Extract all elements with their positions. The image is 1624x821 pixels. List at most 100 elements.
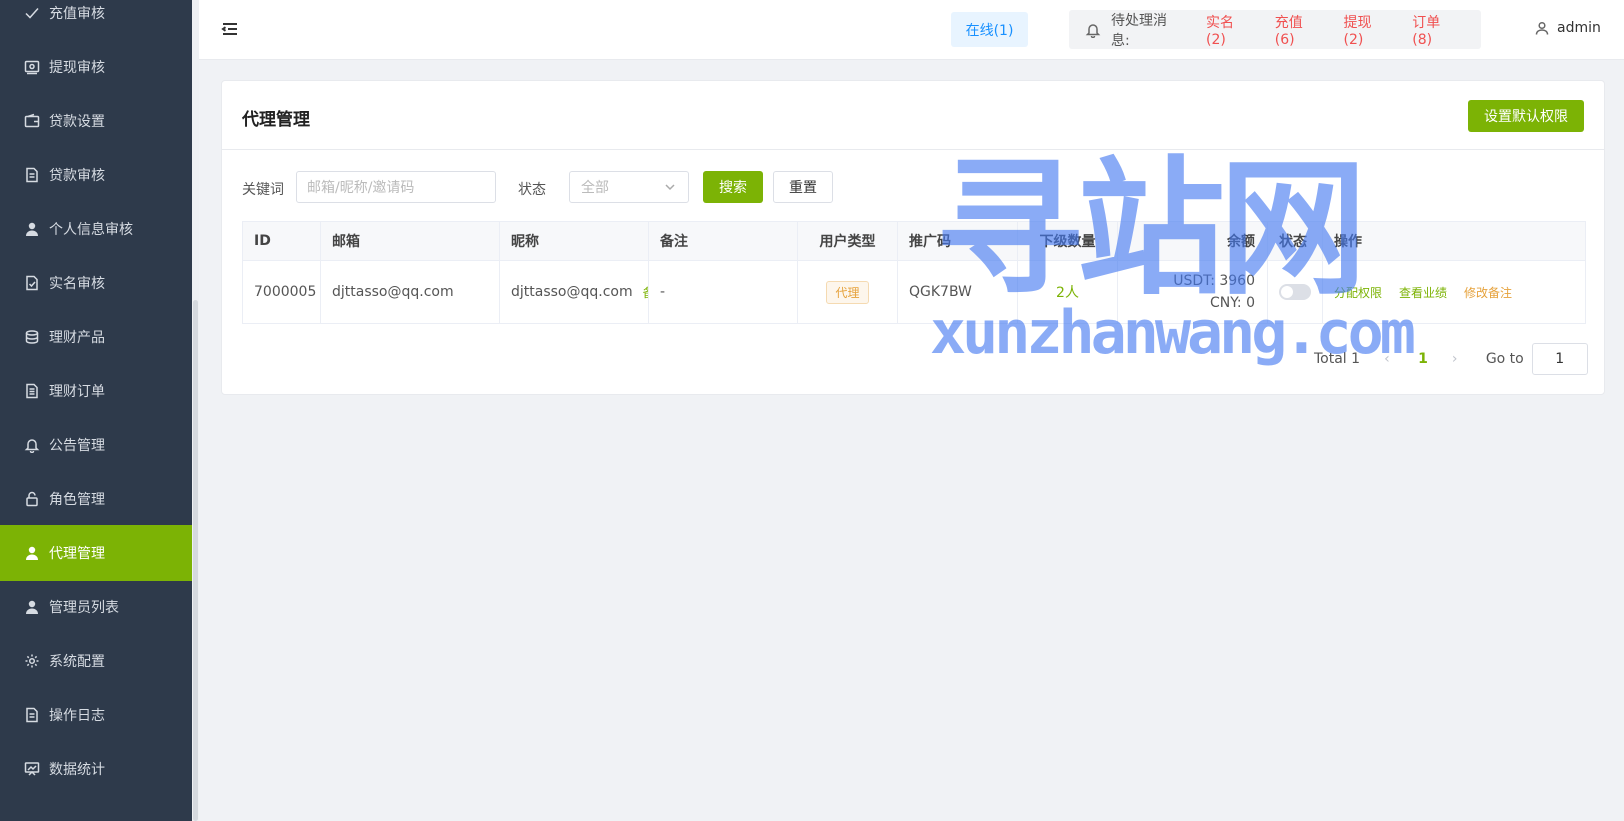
column-header-balance[interactable]: 余额 xyxy=(1118,222,1268,260)
card-header: 代理管理 设置默认权限 xyxy=(222,81,1604,150)
column-header-promo-code[interactable]: 推广码 xyxy=(898,222,1018,260)
cell-remark: - xyxy=(649,261,798,323)
reset-button[interactable]: 重置 xyxy=(773,171,833,203)
user-icon xyxy=(24,599,40,615)
lock-icon xyxy=(24,491,40,507)
user-menu[interactable]: admin xyxy=(1535,20,1601,36)
sidebar-item-label: 管理员列表 xyxy=(49,600,119,616)
sidebar-item-statistics[interactable]: 数据统计 xyxy=(0,741,192,797)
coins-icon xyxy=(24,329,40,345)
sidebar-item-realname-review[interactable]: 实名审核 xyxy=(0,255,192,311)
column-header-email[interactable]: 邮箱 xyxy=(321,222,500,260)
pending-messages-bar: 待处理消息: 实名(2) 充值(6) 提现(2) 订单(8) xyxy=(1069,10,1481,49)
cell-promo-code: QGK7BW xyxy=(898,261,1018,323)
sidebar: 充值审核 提现审核 贷款设置 贷款审核 个人信息审核 实名审核 理财产品 理财订… xyxy=(0,0,192,821)
sidebar-item-label: 提现审核 xyxy=(49,60,105,76)
username: admin xyxy=(1557,20,1601,36)
view-performance-link[interactable]: 查看业绩 xyxy=(1399,284,1447,301)
sidebar-item-label: 实名审核 xyxy=(49,276,105,292)
sub-count-link[interactable]: 2人 xyxy=(1056,282,1079,302)
page-title: 代理管理 xyxy=(242,110,310,130)
column-header-sub-count[interactable]: 下级数量 xyxy=(1018,222,1118,260)
assign-permissions-link[interactable]: 分配权限 xyxy=(1334,284,1382,301)
cell-email: djttasso@qq.com xyxy=(321,261,500,323)
pending-realname-link[interactable]: 实名(2) xyxy=(1206,12,1253,48)
collapse-menu-icon xyxy=(221,23,237,35)
sidebar-item-loan-settings[interactable]: 贷款设置 xyxy=(0,93,192,149)
page-number-current[interactable]: 1 xyxy=(1418,351,1428,367)
column-header-remark[interactable]: 备注 xyxy=(649,222,798,260)
sidebar-item-operation-log[interactable]: 操作日志 xyxy=(0,687,192,743)
sidebar-item-agents[interactable]: 代理管理 xyxy=(0,525,192,581)
user-icon xyxy=(24,221,40,237)
column-header-user-type[interactable]: 用户类型 xyxy=(798,222,898,260)
pagination-total: Total 1 xyxy=(1314,351,1361,367)
status-select-value: 全部 xyxy=(581,180,609,196)
sidebar-item-label: 操作日志 xyxy=(49,708,105,724)
sidebar-item-label: 公告管理 xyxy=(49,438,105,454)
pagination: Total 1 ‹ 1 › Go to 1 xyxy=(1314,343,1588,375)
chevron-down-icon xyxy=(664,181,676,193)
status-toggle[interactable] xyxy=(1279,284,1311,300)
goto-page-input[interactable]: 1 xyxy=(1531,343,1588,375)
document-list-icon xyxy=(24,383,40,399)
sidebar-scrollbar[interactable] xyxy=(192,0,199,821)
user-type-badge: 代理 xyxy=(826,280,869,304)
sidebar-item-recharge-review[interactable]: 充值审核 xyxy=(0,0,192,41)
edit-remark-link[interactable]: 修改备注 xyxy=(1464,284,1512,301)
set-default-permissions-button[interactable]: 设置默认权限 xyxy=(1468,100,1584,132)
sidebar-item-label: 个人信息审核 xyxy=(49,222,133,238)
sidebar-item-admin-list[interactable]: 管理员列表 xyxy=(0,579,192,635)
cell-status xyxy=(1268,261,1323,323)
sidebar-item-roles[interactable]: 角色管理 xyxy=(0,471,192,527)
gear-icon xyxy=(24,653,40,669)
menu-collapse-button[interactable] xyxy=(221,20,239,38)
keyword-input[interactable]: 邮箱/昵称/邀请码 xyxy=(296,171,496,203)
column-header-id[interactable]: ID xyxy=(243,222,321,260)
cell-actions: 分配权限 查看业绩 修改备注 xyxy=(1323,261,1585,323)
sidebar-item-label: 贷款审核 xyxy=(49,168,105,184)
sidebar-item-loan-review[interactable]: 贷款审核 xyxy=(0,147,192,203)
cell-sub-count: 2人 xyxy=(1018,261,1118,323)
status-select[interactable]: 全部 xyxy=(569,171,689,203)
document-icon xyxy=(24,167,40,183)
wallet-icon xyxy=(24,59,40,75)
user-icon xyxy=(24,545,40,561)
column-header-actions[interactable]: 操作 xyxy=(1323,222,1585,260)
scrollbar-thumb[interactable] xyxy=(193,300,198,821)
goto-label: Go to xyxy=(1485,351,1524,367)
sidebar-item-label: 充值审核 xyxy=(49,6,105,22)
sidebar-item-label: 理财订单 xyxy=(49,384,105,400)
sidebar-item-label: 代理管理 xyxy=(49,546,105,562)
status-label: 状态 xyxy=(518,182,546,198)
sidebar-item-withdraw-review[interactable]: 提现审核 xyxy=(0,39,192,95)
next-page-icon[interactable]: › xyxy=(1452,351,1464,367)
prev-page-icon[interactable]: ‹ xyxy=(1384,351,1396,367)
cell-user-type: 代理 xyxy=(798,261,898,323)
document-icon xyxy=(24,707,40,723)
online-count-badge[interactable]: 在线(1) xyxy=(951,12,1028,47)
sidebar-item-announcements[interactable]: 公告管理 xyxy=(0,417,192,473)
sidebar-item-label: 理财产品 xyxy=(49,330,105,346)
sidebar-item-personal-info-review[interactable]: 个人信息审核 xyxy=(0,201,192,257)
sidebar-item-finance-products[interactable]: 理财产品 xyxy=(0,309,192,365)
pending-orders-link[interactable]: 订单(8) xyxy=(1412,12,1459,48)
pending-withdraw-link[interactable]: 提现(2) xyxy=(1344,12,1391,48)
document-check-icon xyxy=(24,275,40,291)
check-icon xyxy=(24,5,40,21)
pending-recharge-link[interactable]: 充值(6) xyxy=(1275,12,1322,48)
bell-icon xyxy=(1085,22,1101,38)
column-header-nickname[interactable]: 昵称 xyxy=(500,222,649,260)
search-button[interactable]: 搜索 xyxy=(703,171,763,203)
user-icon xyxy=(1535,21,1549,35)
sidebar-item-label: 角色管理 xyxy=(49,492,105,508)
sidebar-item-label: 系统配置 xyxy=(49,654,105,670)
wallet-outline-icon xyxy=(24,113,40,129)
filter-bar: 关键词 邮箱/昵称/邀请码 状态 全部 搜索 重置 xyxy=(242,171,942,203)
sidebar-item-system-config[interactable]: 系统配置 xyxy=(0,633,192,689)
agent-management-card: 代理管理 设置默认权限 关键词 邮箱/昵称/邀请码 状态 全部 搜索 重置 ID… xyxy=(221,80,1605,395)
sidebar-item-finance-orders[interactable]: 理财订单 xyxy=(0,363,192,419)
column-header-status[interactable]: 状态 xyxy=(1268,222,1323,260)
top-header: 在线(1) 待处理消息: 实名(2) 充值(6) 提现(2) 订单(8) adm… xyxy=(199,0,1624,60)
bell-icon xyxy=(24,437,40,453)
